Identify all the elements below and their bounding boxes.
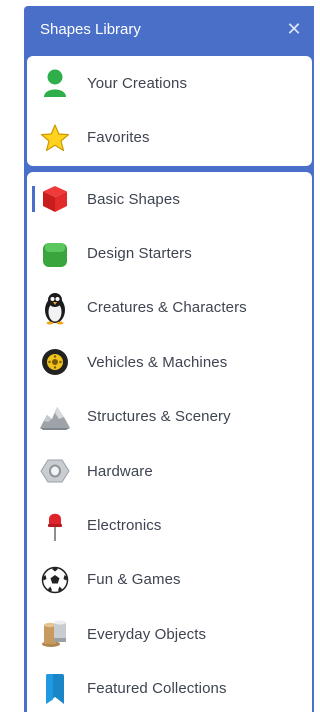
- category-structures-scenery[interactable]: Structures & Scenery: [27, 390, 312, 444]
- star-icon: [37, 120, 73, 156]
- close-icon[interactable]: ✕: [284, 19, 304, 39]
- category-featured-collections[interactable]: Featured Collections: [27, 662, 312, 716]
- category-basic-shapes[interactable]: Basic Shapes: [27, 172, 312, 226]
- category-label: Fun & Games: [87, 571, 181, 589]
- pin-icon: [37, 508, 73, 544]
- green-cube-icon: [37, 236, 73, 272]
- red-cube-icon: [37, 181, 73, 217]
- category-label: Hardware: [87, 462, 153, 480]
- menu-item-favorites[interactable]: Favorites: [27, 110, 312, 164]
- personal-section: Your Creations Favorites: [27, 56, 312, 166]
- wheel-icon: [37, 344, 73, 380]
- category-vehicles-machines[interactable]: Vehicles & Machines: [27, 335, 312, 389]
- category-label: Design Starters: [87, 245, 192, 263]
- category-design-starters[interactable]: Design Starters: [27, 226, 312, 280]
- soccer-ball-icon: [37, 562, 73, 598]
- rocks-icon: [37, 399, 73, 435]
- category-hardware[interactable]: Hardware: [27, 444, 312, 498]
- shapes-library-panel: Shapes Library ✕ Your Creations Favorite…: [24, 6, 314, 712]
- nut-icon: [37, 453, 73, 489]
- selected-indicator: [32, 186, 35, 212]
- category-label: Featured Collections: [87, 680, 227, 698]
- category-label: Vehicles & Machines: [87, 353, 228, 371]
- category-label: Creatures & Characters: [87, 299, 247, 317]
- category-everyday-objects[interactable]: Everyday Objects: [27, 607, 312, 661]
- category-label: Everyday Objects: [87, 625, 207, 643]
- categories-section: Basic Shapes Design Starters Creatures &…: [27, 172, 312, 712]
- category-label: Structures & Scenery: [87, 408, 231, 426]
- menu-item-your-creations[interactable]: Your Creations: [27, 56, 312, 110]
- cup-icon: [37, 616, 73, 652]
- menu-item-label: Favorites: [87, 129, 150, 147]
- penguin-icon: [37, 290, 73, 326]
- category-fun-games[interactable]: Fun & Games: [27, 553, 312, 607]
- person-icon: [37, 65, 73, 101]
- menu-item-label: Your Creations: [87, 74, 188, 92]
- panel-header: Shapes Library ✕: [24, 6, 314, 52]
- category-electronics[interactable]: Electronics: [27, 498, 312, 552]
- bookmark-icon: [37, 671, 73, 707]
- category-label: Electronics: [87, 517, 162, 535]
- panel-title: Shapes Library: [40, 20, 141, 38]
- category-label: Basic Shapes: [87, 190, 180, 208]
- category-creatures-characters[interactable]: Creatures & Characters: [27, 281, 312, 335]
